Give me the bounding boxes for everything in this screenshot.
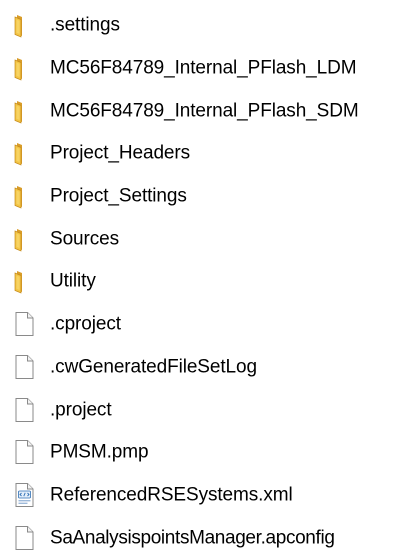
folder-icon (14, 15, 22, 38)
file-icon (15, 354, 34, 379)
item-name: Utility (50, 270, 96, 292)
item-name: ReferencedRSESystems.xml (50, 484, 293, 506)
list-item-mc56f84789-internal-pflash-sdm[interactable]: MC56F84789_Internal_PFlash_SDM (0, 89, 419, 132)
list-item-project-headers[interactable]: Project_Headers (0, 132, 419, 175)
item-name: MC56F84789_Internal_PFlash_SDM (50, 100, 359, 122)
file-icon (15, 525, 34, 550)
file-list: .settings MC56F84789_Internal_PFlash_LDM… (0, 4, 419, 559)
list-item-referencedrsesystems-xml[interactable]: ReferencedRSESystems.xml (0, 474, 419, 517)
item-name: .cproject (50, 313, 121, 335)
file-icon (15, 440, 34, 465)
list-item-utility[interactable]: Utility (0, 260, 419, 303)
xml-file-icon (15, 482, 34, 507)
item-name: .settings (50, 14, 120, 36)
item-name: Sources (50, 228, 120, 250)
list-item-project[interactable]: .project (0, 388, 419, 431)
list-item-settings[interactable]: .settings (0, 4, 419, 47)
file-icon (15, 312, 34, 337)
item-name: Project_Settings (50, 185, 187, 207)
list-item-cwgeneratedfilesetlog[interactable]: .cwGeneratedFileSetLog (0, 346, 419, 389)
folder-icon (14, 271, 22, 294)
list-item-saanalysispointsmanager-apconfig[interactable]: SaAnalysispointsManager.apconfig (0, 516, 419, 559)
list-item-mc56f84789-internal-pflash-ldm[interactable]: MC56F84789_Internal_PFlash_LDM (0, 47, 419, 90)
folder-icon (14, 58, 22, 81)
list-item-sources[interactable]: Sources (0, 217, 419, 260)
folder-icon (14, 143, 22, 166)
folder-icon (14, 228, 22, 252)
item-name: .project (50, 399, 112, 421)
item-name: MC56F84789_Internal_PFlash_LDM (50, 57, 357, 79)
list-item-pmsm-pmp[interactable]: PMSM.pmp (0, 431, 419, 474)
item-name: PMSM.pmp (50, 441, 149, 463)
item-name: .cwGeneratedFileSetLog (50, 356, 257, 378)
folder-icon (14, 186, 22, 209)
item-name: Project_Headers (50, 142, 191, 164)
list-item-cproject[interactable]: .cproject (0, 303, 419, 346)
file-icon (15, 397, 34, 422)
item-name: SaAnalysispointsManager.apconfig (50, 527, 335, 549)
list-item-project-settings[interactable]: Project_Settings (0, 175, 419, 218)
folder-icon (14, 100, 22, 124)
